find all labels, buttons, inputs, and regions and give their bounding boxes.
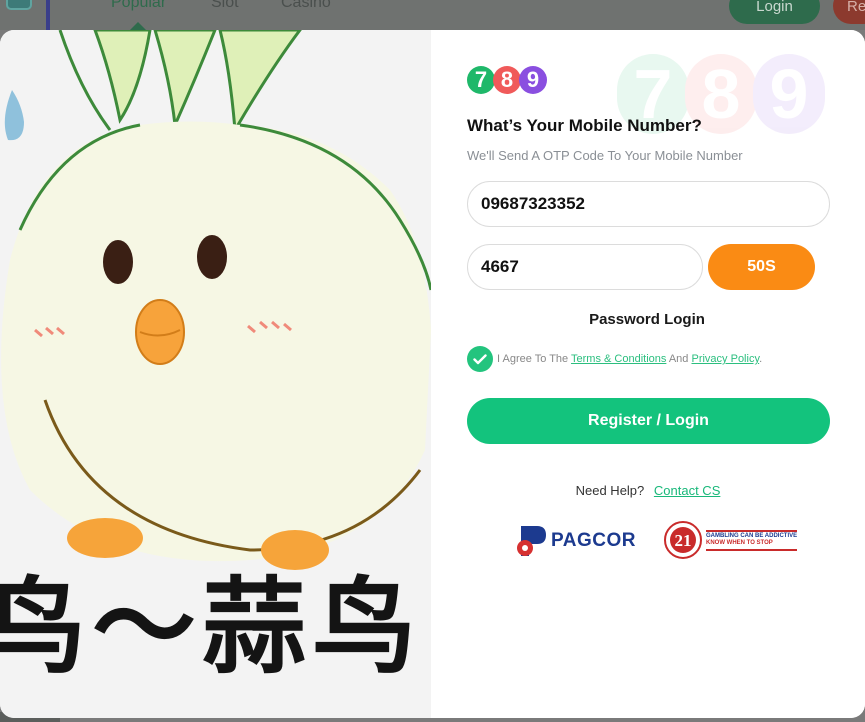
rg-line-2: KNOW WHEN TO STOP bbox=[706, 540, 773, 546]
header-divider bbox=[46, 0, 50, 30]
watermark-digit: 9 bbox=[753, 54, 825, 134]
privacy-link[interactable]: Privacy Policy bbox=[691, 353, 759, 365]
logo-digit: 7 bbox=[467, 66, 495, 94]
agree-prefix: I Agree To The bbox=[497, 353, 569, 365]
help-row: Need Help? Contact CS bbox=[431, 483, 865, 498]
age-21-badge-icon: 21 bbox=[664, 521, 702, 559]
login-modal: 鸟～蒜鸟 7 8 9 7 8 9 What’s Your Mobile Numb… bbox=[0, 30, 865, 718]
otp-resend-timer-button[interactable]: 50S bbox=[708, 244, 815, 290]
and-text: And bbox=[668, 353, 689, 365]
pagcor-logo: PAGCOR bbox=[515, 524, 636, 558]
form-title: What’s Your Mobile Number? bbox=[467, 116, 702, 135]
password-login-link[interactable]: Password Login bbox=[589, 311, 705, 328]
nav-slot[interactable]: Slot bbox=[211, 0, 239, 12]
mobile-number-input[interactable] bbox=[467, 181, 830, 227]
form-subtitle: We'll Send A OTP Code To Your Mobile Num… bbox=[467, 148, 743, 163]
terms-agreement: I Agree To The Terms & Conditions And Pr… bbox=[467, 346, 762, 372]
help-text: Need Help? bbox=[575, 483, 645, 498]
period-text: . bbox=[759, 353, 763, 365]
logo-digit: 9 bbox=[519, 66, 547, 94]
app-icon bbox=[6, 0, 32, 10]
promo-caption: 鸟～蒜鸟 bbox=[0, 566, 423, 688]
responsible-gaming-badge: 21 GAMBLING CAN BE ADDICTIVE KNOW WHEN T… bbox=[664, 521, 798, 559]
promo-image: 鸟～蒜鸟 bbox=[0, 30, 431, 718]
logo-digit: 8 bbox=[493, 66, 521, 94]
pagcor-emblem-icon bbox=[517, 526, 546, 556]
header-login-button[interactable]: Login bbox=[729, 0, 820, 24]
rg-line-1: GAMBLING CAN BE ADDICTIVE bbox=[706, 532, 798, 539]
login-panel: 7 8 9 7 8 9 What’s Your Mobile Number? W… bbox=[431, 30, 865, 718]
checkmark-icon bbox=[473, 353, 487, 364]
responsible-gaming-text: GAMBLING CAN BE ADDICTIVE KNOW WHEN TO S… bbox=[706, 529, 798, 551]
register-login-button[interactable]: Register / Login bbox=[467, 398, 830, 444]
nav-popular[interactable]: Popular bbox=[111, 0, 166, 12]
pagcor-text: PAGCOR bbox=[551, 530, 636, 551]
brand-logo: 7 8 9 bbox=[467, 66, 547, 94]
otp-code-input[interactable] bbox=[467, 244, 703, 290]
password-login-container: Password Login bbox=[431, 311, 865, 328]
nav-casino[interactable]: Casino bbox=[281, 0, 331, 12]
contact-cs-link[interactable]: Contact CS bbox=[654, 483, 720, 498]
terms-link[interactable]: Terms & Conditions bbox=[571, 353, 666, 365]
agree-checkbox[interactable] bbox=[467, 346, 493, 372]
age-badge-text: 21 bbox=[675, 531, 692, 550]
agreement-text: I Agree To The Terms & Conditions And Pr… bbox=[497, 353, 762, 365]
